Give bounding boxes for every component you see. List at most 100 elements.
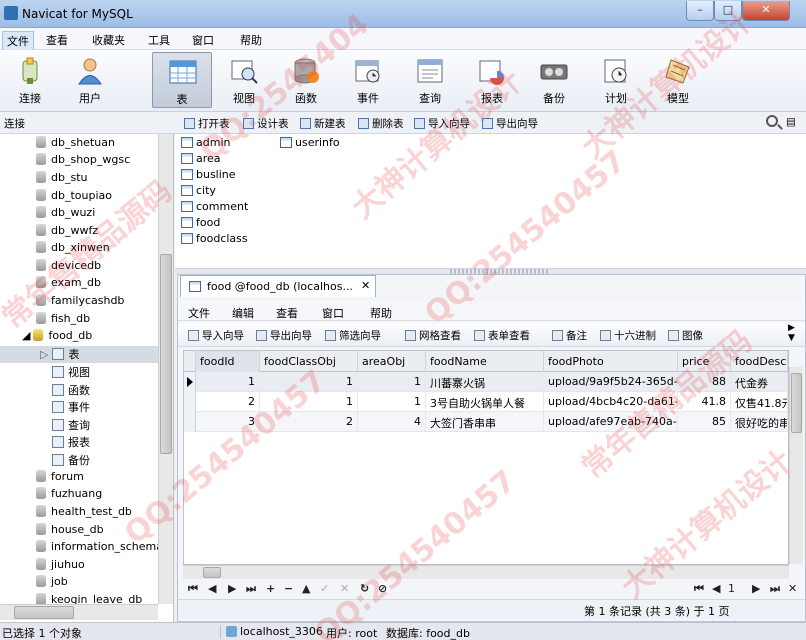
prev-record-button[interactable]: ◀ [208,582,216,595]
open-table-button[interactable]: 打开表 [184,116,230,131]
cell-foodname[interactable]: 3号自助火锅单人餐 [426,392,544,412]
cell-areaobj[interactable]: 1 [358,372,426,392]
column-header-price[interactable]: price [678,351,731,372]
tree-vertical-scrollbar[interactable] [158,134,173,604]
menu-file[interactable]: 文件 [2,31,34,51]
column-header-foodclassobj[interactable]: foodClassObj [260,351,358,372]
editor-import-wizard-button[interactable]: 导入向导 [188,328,244,343]
table-row[interactable]: 2 1 1 3号自助火锅单人餐 upload/4bcb4c20-da61-4 4… [184,392,788,412]
cell-foodclassobj[interactable]: 1 [260,372,358,392]
cell-fooddesc[interactable]: 很好吃的串串 [731,412,788,432]
editor-menu-view[interactable]: 查看 [276,305,298,321]
tree-db-item[interactable]: db_shop_wgsc [36,153,130,170]
toolbar-model-button[interactable]: 模型 [648,52,708,108]
cell-price[interactable]: 88 [678,372,731,392]
tree-db-item[interactable]: fish_db [36,312,90,329]
grid-hscroll-thumb[interactable] [203,567,221,578]
editor-menu-help[interactable]: 帮助 [370,305,392,321]
delete-record-button[interactable]: − [284,582,293,595]
tree-db-item[interactable]: forum [36,470,84,487]
toolbar-backup-button[interactable]: 备份 [524,52,584,108]
table-item[interactable]: city [181,184,216,197]
collapse-arrow-icon[interactable]: ◢ [22,329,30,342]
table-item[interactable]: foodclass [181,232,248,245]
tree-horizontal-scrollbar[interactable] [0,604,158,620]
stop-button[interactable]: ⊘ [378,582,387,595]
last-page-button[interactable]: ⏭ [770,582,780,596]
cell-foodid[interactable]: 1 [196,372,260,392]
toolbar-function-button[interactable]: 函数 [276,52,336,108]
tree-db-food-db[interactable]: ◢ food_db [22,329,92,346]
image-button[interactable]: 图像 [668,328,703,343]
form-view-button[interactable]: 表单查看 [474,328,530,343]
menu-help[interactable]: 帮助 [236,31,266,49]
last-record-button[interactable]: ⏭ [246,582,256,596]
toolbar-overflow-icon[interactable]: ▶ ▼ [788,323,795,343]
tree-node-backups[interactable]: 备份 [52,452,90,469]
minimize-button[interactable]: – [686,1,714,21]
tree-node-queries[interactable]: 查询 [52,417,90,434]
tree-db-item[interactable]: job [36,575,68,592]
cell-fooddesc[interactable]: 代金券 [731,372,788,392]
editor-export-wizard-button[interactable]: 导出向导 [256,328,312,343]
tree-node-reports[interactable]: 报表 [52,434,90,451]
table-item[interactable]: comment [181,200,248,213]
first-page-button[interactable]: ⏮ [694,582,704,596]
menu-view[interactable]: 查看 [42,31,72,49]
table-item[interactable]: userinfo [280,136,340,149]
cell-areaobj[interactable]: 4 [358,412,426,432]
cell-foodname[interactable]: 川蕃寨火锅 [426,372,544,392]
grid-horizontal-scrollbar[interactable] [183,565,789,579]
tree-db-item[interactable]: information_schema [36,540,163,557]
table-item[interactable]: admin [181,136,230,149]
next-page-button[interactable]: ▶ [752,582,760,595]
tree-db-item[interactable]: health_test_db [36,505,132,522]
first-record-button[interactable]: ⏮ [188,582,198,596]
tree-scroll-thumb[interactable] [160,254,172,454]
tree-db-item[interactable]: exam_db [36,276,101,293]
cell-foodclassobj[interactable]: 1 [260,392,358,412]
toolbar-schedule-button[interactable]: 计划 [586,52,646,108]
cell-foodphoto[interactable]: upload/afe97eab-740a-4 [544,412,678,432]
tree-node-views[interactable]: 视图 [52,364,90,381]
memo-button[interactable]: 备注 [552,328,587,343]
next-record-button[interactable]: ▶ [228,582,236,595]
search-icon[interactable] [766,115,778,127]
tree-node-events[interactable]: 事件 [52,399,90,416]
tree-db-item[interactable]: db_stu [36,171,87,188]
tree-db-item[interactable]: db_toupiao [36,189,112,206]
tree-db-item[interactable]: db_wuzi [36,206,95,223]
tree-node-functions[interactable]: 函数 [52,382,90,399]
table-row[interactable]: 3 2 4 大签门香串串 upload/afe97eab-740a-4 85 很… [184,412,788,432]
apply-changes-button[interactable]: ✓ [320,582,329,595]
column-header-foodname[interactable]: foodName [426,351,544,372]
tree-db-item[interactable]: db_xinwen [36,241,110,258]
tree-db-item[interactable]: db_shetuan [36,136,115,153]
expand-arrow-icon[interactable]: ▷ [40,348,48,361]
tree-db-item[interactable]: fuzhuang [36,487,102,504]
tree-db-item[interactable]: devicedb [36,259,101,276]
table-item[interactable]: busline [181,168,236,181]
close-tab-icon[interactable]: ✕ [361,279,370,292]
cell-price[interactable]: 41.8 [678,392,731,412]
column-header-fooddesc[interactable]: foodDesc [731,351,788,372]
filter-wizard-button[interactable]: 筛选向导 [325,328,381,343]
menu-tools[interactable]: 工具 [144,31,174,49]
cell-foodname[interactable]: 大签门香串串 [426,412,544,432]
discard-changes-button[interactable]: ✕ [340,582,349,595]
toolbar-user-button[interactable]: 用户 [60,52,120,108]
cell-foodphoto[interactable]: upload/4bcb4c20-da61-4 [544,392,678,412]
grid-view-button[interactable]: 网格查看 [405,328,461,343]
toolbar-report-button[interactable]: 报表 [462,52,522,108]
tree-hscroll-thumb[interactable] [14,606,74,619]
hex-button[interactable]: 十六进制 [600,328,656,343]
column-header-foodid[interactable]: foodId [196,351,260,372]
page-settings-icon[interactable]: ✕ [788,582,797,595]
editor-menu-edit[interactable]: 编辑 [232,305,254,321]
grid-vertical-scrollbar[interactable] [789,367,803,564]
table-row[interactable]: 1 1 1 川蕃寨火锅 upload/9a9f5b24-365d-4 88 代金… [184,372,788,392]
cell-areaobj[interactable]: 1 [358,392,426,412]
cell-foodid[interactable]: 2 [196,392,260,412]
tree-db-item[interactable]: db_wwfz [36,224,98,241]
toolbar-query-button[interactable]: 查询 [400,52,460,108]
